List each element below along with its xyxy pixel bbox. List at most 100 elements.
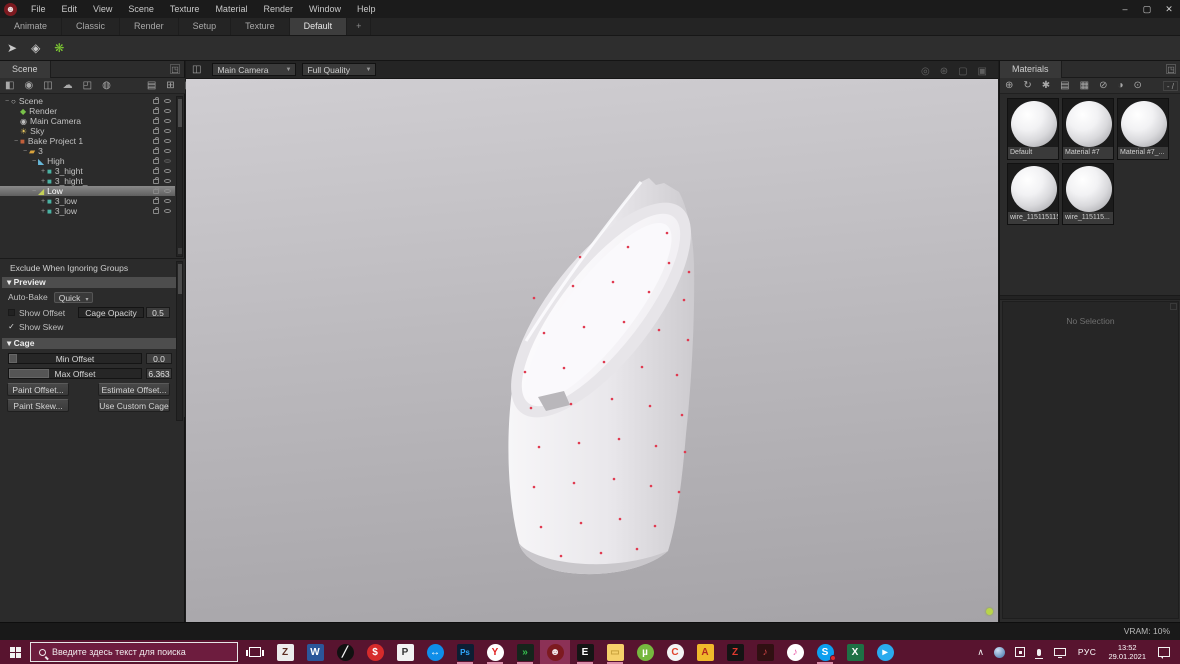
taskbar-icon-skype[interactable]: S (810, 640, 840, 664)
taskbar-icon-file-explorer[interactable]: ▭ (600, 640, 630, 664)
taskbar-icon-green-arrow-app[interactable]: » (510, 640, 540, 664)
material-size-stepper[interactable]: - / (1162, 80, 1178, 91)
lock-icon[interactable] (153, 146, 159, 154)
use-custom-cage-button[interactable]: Use Custom Cage (98, 399, 170, 412)
taskbar-icon-photoshop[interactable]: Ps (450, 640, 480, 664)
cage-opacity-slider[interactable]: Cage Opacity (78, 307, 144, 318)
menu-window[interactable]: Window (301, 0, 349, 18)
tree-row-3-hight[interactable]: + ■ 3_hight (0, 166, 175, 176)
expander-icon[interactable]: − (3, 98, 11, 105)
material-item[interactable]: wire_115115... (1062, 163, 1114, 225)
close-button[interactable]: ✕ (1158, 0, 1180, 18)
menu-file[interactable]: File (23, 0, 54, 18)
visibility-icon[interactable] (164, 109, 171, 113)
start-button[interactable] (0, 640, 30, 664)
expander-icon[interactable]: + (39, 168, 47, 175)
scene-tree-scrollbar[interactable] (176, 96, 183, 257)
add-material-icon[interactable]: ⊕ (1000, 78, 1018, 93)
lock-icon[interactable] (153, 96, 159, 104)
tree-row-render[interactable]: ◆ Render (0, 106, 175, 116)
scene-panel-tab[interactable]: Scene (0, 60, 51, 78)
taskbar-icon-word[interactable]: W (300, 640, 330, 664)
task-view-button[interactable] (240, 640, 270, 664)
maximize-icon[interactable]: ▣ (973, 66, 992, 77)
bake-plant-icon[interactable]: ❋ (47, 41, 71, 55)
paint-skew-button[interactable]: Paint Skew... (7, 399, 69, 412)
taskbar-icon-utorrent[interactable]: µ (630, 640, 660, 664)
lock-icon[interactable] (153, 186, 159, 194)
lock-icon[interactable] (153, 206, 159, 214)
pick-material-icon[interactable]: ⊘ (1094, 78, 1112, 93)
estimate-offset-button[interactable]: Estimate Offset... (98, 383, 170, 396)
expander-icon[interactable]: − (30, 188, 38, 195)
layout-tab-render[interactable]: Render (120, 18, 179, 35)
clear-materials-icon[interactable]: ✱ (1037, 78, 1055, 93)
max-offset-value[interactable]: 6.363 (146, 368, 172, 379)
cage-section-header[interactable]: ▾ Cage (2, 338, 183, 349)
taskbar-icon-yandex-browser[interactable]: Y (480, 640, 510, 664)
search-materials-icon[interactable]: ⊙ (1129, 78, 1147, 93)
lock-icon[interactable] (153, 126, 159, 134)
visibility-icon[interactable] (164, 149, 171, 153)
viewport-3d[interactable] (186, 79, 998, 622)
expander-icon[interactable]: − (21, 148, 29, 155)
min-offset-slider[interactable]: Min Offset (8, 353, 142, 364)
taskbar-icon-marmoset-toolbag[interactable]: ☻ (540, 640, 570, 664)
taskbar-icon-excel[interactable]: X (840, 640, 870, 664)
lock-icon[interactable] (153, 106, 159, 114)
action-center-icon[interactable] (1158, 647, 1170, 659)
taskbar-icon-dollar-app[interactable]: $ (360, 640, 390, 664)
refresh-materials-icon[interactable]: ↻ (1018, 78, 1036, 93)
materials-panel-tab[interactable]: Materials (1000, 60, 1062, 78)
visibility-icon[interactable] (164, 199, 171, 203)
menu-material[interactable]: Material (207, 0, 255, 18)
taskbar-icon-zona[interactable]: Z (720, 640, 750, 664)
visibility-icon[interactable] (164, 129, 171, 133)
paint-offset-button[interactable]: Paint Offset... (7, 383, 69, 396)
add-camera-icon[interactable]: ◫ (38, 78, 57, 93)
language-indicator[interactable]: РУС (1078, 647, 1097, 657)
lock-icon[interactable] (153, 166, 159, 174)
visibility-icon[interactable] (164, 159, 171, 163)
network-display-icon[interactable] (1053, 648, 1066, 658)
layout-tab-default[interactable]: Default (289, 18, 348, 35)
visibility-icon[interactable] (164, 189, 171, 193)
menu-render[interactable]: Render (255, 0, 301, 18)
transform-cube-icon[interactable]: ◈ (24, 41, 47, 55)
add-layout-tab-button[interactable]: + (347, 18, 372, 35)
effects-icon[interactable]: ⊛ (935, 66, 953, 77)
expander-icon[interactable]: + (39, 208, 47, 215)
expander-icon[interactable]: + (39, 198, 47, 205)
panel-popout-icon[interactable]: ◳ (170, 64, 180, 74)
preview-mode-icon[interactable]: ◑ (1112, 78, 1128, 93)
visibility-icon[interactable] (164, 139, 171, 143)
visibility-icon[interactable] (164, 179, 171, 183)
menu-scene[interactable]: Scene (120, 0, 162, 18)
tree-row-3-low[interactable]: + ■ 3_low (0, 196, 175, 206)
menu-texture[interactable]: Texture (162, 0, 208, 18)
panel-popout-icon[interactable]: ◳ (1166, 64, 1176, 74)
minimize-button[interactable]: – (1114, 0, 1136, 18)
menu-help[interactable]: Help (349, 0, 384, 18)
camera-select-dropdown[interactable]: Main Camera ▼ (212, 63, 297, 76)
material-item[interactable]: Material #7 (1062, 98, 1114, 160)
visibility-icon[interactable] (164, 209, 171, 213)
add-turntable-icon[interactable]: ◍ (97, 78, 116, 93)
tree-row-scene[interactable]: − ○ Scene (0, 96, 175, 106)
safe-frame-icon[interactable]: ◎ (916, 66, 935, 77)
auto-bake-dropdown[interactable]: Quick ▾ (53, 291, 94, 303)
taskbar-icon-pen-app[interactable]: ╱ (330, 640, 360, 664)
taskbar-icon-itunes[interactable]: ♪ (780, 640, 810, 664)
add-light-icon[interactable]: ◉ (19, 78, 38, 93)
select-cursor-icon[interactable]: ➤ (0, 41, 24, 55)
max-offset-slider[interactable]: Max Offset (8, 368, 142, 379)
delete-material-icon[interactable]: ▦ (1075, 78, 1094, 93)
tree-row-bake-project-1[interactable]: − ■ Bake Project 1 (0, 136, 175, 146)
tree-row-low[interactable]: − ◢ Low (0, 186, 175, 196)
microphone-icon[interactable] (1034, 648, 1043, 659)
duplicate-icon[interactable]: ⊞ (161, 78, 179, 93)
new-folder-icon[interactable]: ▤ (142, 78, 161, 93)
taskbar-icon-ccleaner[interactable]: C (660, 640, 690, 664)
taskbar-icon-pureref[interactable]: P (390, 640, 420, 664)
lock-icon[interactable] (153, 136, 159, 144)
